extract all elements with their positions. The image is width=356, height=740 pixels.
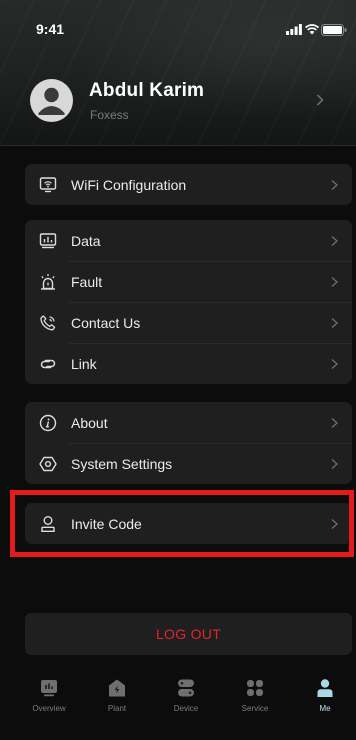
overview-icon	[41, 680, 57, 697]
menu-item-fault[interactable]: Fault	[25, 261, 352, 302]
tab-overview[interactable]: Overview	[19, 678, 79, 730]
logout-button[interactable]: LOG OUT	[25, 613, 352, 655]
avatar	[30, 79, 73, 122]
tab-me[interactable]: Me	[295, 678, 355, 730]
person-icon	[38, 87, 65, 115]
tab-label: Plant	[107, 704, 127, 713]
bottom-nav: Overview Plant Device Service Me	[0, 670, 356, 740]
menu-item-label: WiFi Configuration	[71, 176, 187, 193]
menu-item-system-settings[interactable]: System Settings	[25, 443, 352, 484]
menu-item-label: Contact Us	[71, 314, 141, 331]
battery-icon	[321, 24, 347, 36]
menu-item-link[interactable]: Link	[25, 343, 352, 384]
status-time: 9:41	[36, 21, 65, 37]
tab-label: Device	[173, 704, 199, 713]
signal-icon	[286, 24, 302, 35]
plant-icon	[109, 679, 125, 697]
phone-icon	[40, 314, 56, 330]
menu-item-label: Link	[71, 355, 97, 372]
chevron-right-icon	[331, 276, 338, 287]
chevron-right-icon	[331, 358, 338, 369]
tab-label: Service	[241, 704, 269, 713]
chevron-right-icon	[331, 179, 338, 190]
tab-service[interactable]: Service	[225, 678, 285, 730]
me-screen: 9:41 Abdul Karim Foxess WiFi Configurati…	[0, 0, 356, 740]
profile-name: Abdul Karim	[89, 80, 205, 101]
chevron-right-icon	[331, 317, 338, 328]
service-icon	[247, 680, 263, 696]
link-icon	[40, 359, 56, 368]
tab-device[interactable]: Device	[156, 678, 216, 730]
menu-item-about[interactable]: About	[25, 402, 352, 443]
chevron-right-icon	[331, 458, 338, 469]
menu-item-label: Fault	[71, 273, 103, 290]
menu-item-wifi-configuration[interactable]: WiFi Configuration	[25, 164, 352, 205]
device-icon	[178, 679, 194, 697]
menu-item-data[interactable]: Data	[25, 220, 352, 261]
menu-item-label: Data	[71, 232, 101, 249]
tab-label: Me	[319, 704, 331, 713]
alarm-icon	[41, 273, 55, 290]
profile-header[interactable]: Abdul Karim Foxess	[14, 68, 342, 136]
settings-hex-icon	[39, 456, 57, 471]
wifi-config-icon	[39, 176, 57, 192]
me-icon	[317, 679, 333, 697]
tab-label: Overview	[32, 704, 66, 713]
data-monitor-icon	[39, 232, 57, 248]
settings-group-about: About System Settings	[25, 402, 352, 484]
profile-company: Foxess	[90, 108, 129, 122]
chevron-right-icon	[331, 235, 338, 246]
menu-item-contact-us[interactable]: Contact Us	[25, 302, 352, 343]
settings-group-data: Data Fault Contact Us Link	[25, 220, 352, 384]
logout-label: LOG OUT	[155, 626, 222, 642]
highlight-annotation	[10, 490, 354, 557]
wifi-icon	[305, 24, 319, 35]
status-bar: 9:41	[0, 0, 356, 44]
chevron-right-icon	[331, 417, 338, 428]
tab-plant[interactable]: Plant	[87, 678, 147, 730]
menu-item-label: About	[71, 414, 108, 431]
settings-group-wifi: WiFi Configuration	[25, 164, 352, 205]
info-icon	[39, 414, 57, 431]
menu-item-label: System Settings	[71, 455, 173, 472]
chevron-right-icon	[317, 94, 324, 106]
